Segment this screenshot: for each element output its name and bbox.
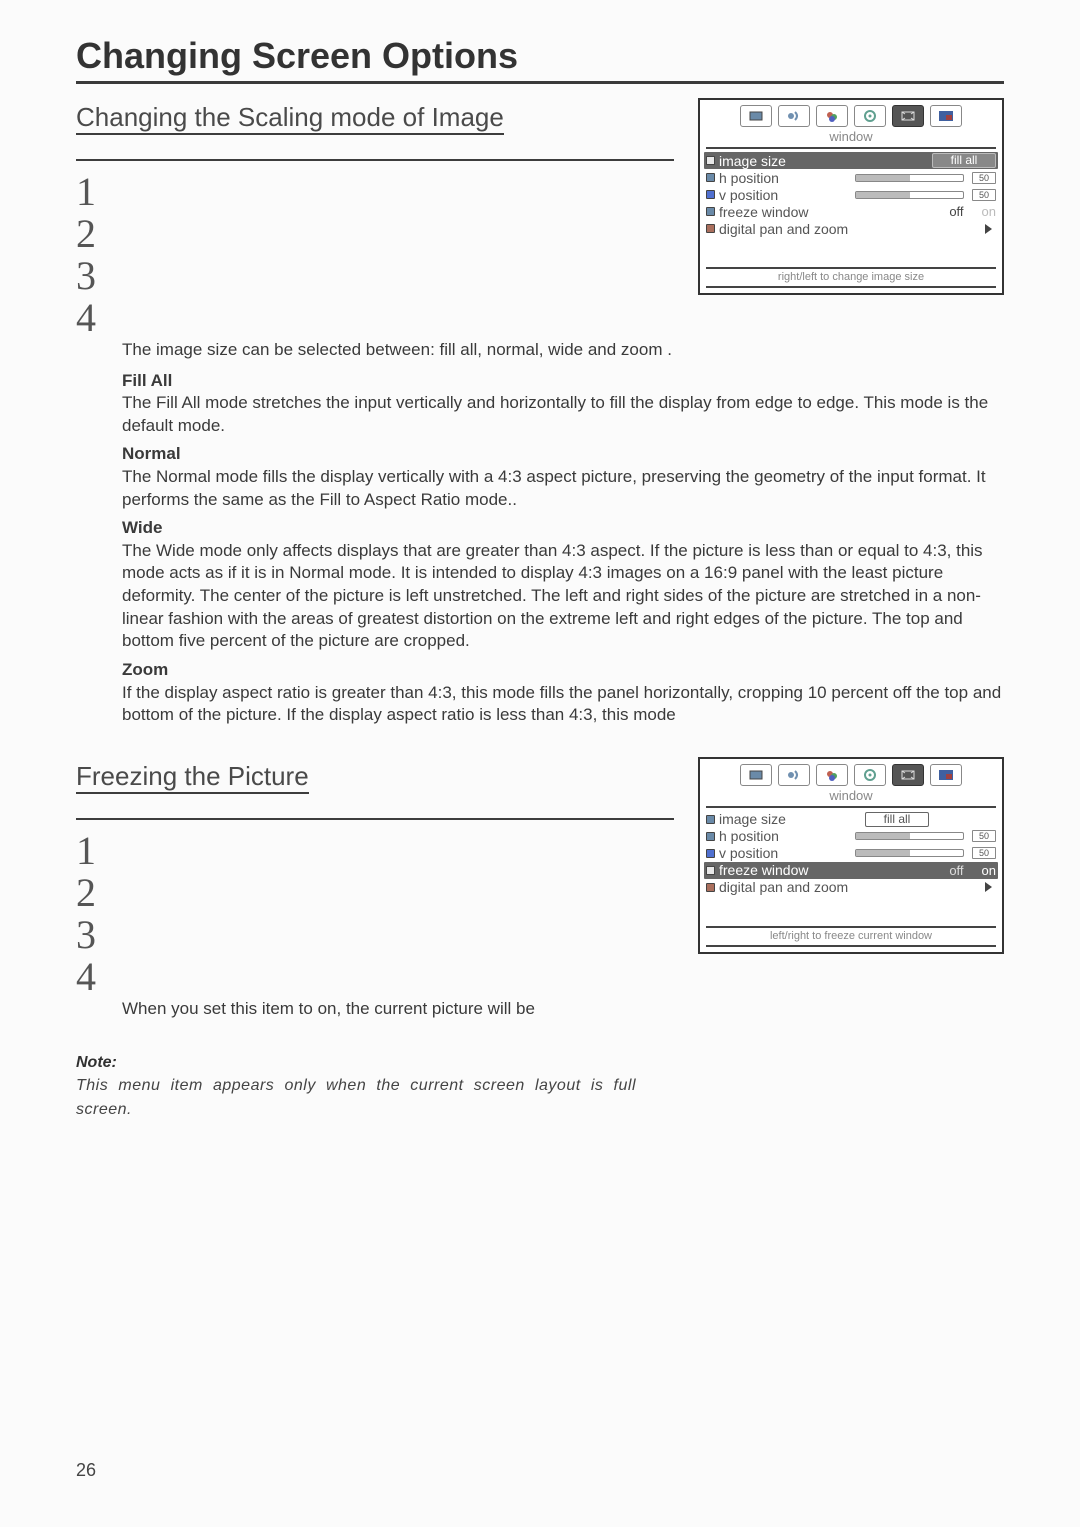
mode-wide-name: Wide [122,517,1004,540]
val-off: off [949,863,963,878]
osd-hint: left/right to freeze current window [706,926,996,947]
bullet-icon [706,190,715,199]
intro-text: The image size can be selected between: … [122,339,674,362]
osd-row-image-size[interactable]: image size fill all [706,811,996,828]
label-zoom: digital pan and zoom [719,221,899,237]
osd-tab-blank-icon [740,105,772,127]
note-text: This menu item appears only when the cur… [76,1074,636,1120]
val-off: off [949,204,963,219]
osd-menu-2: window image size fill all h position 50 [698,757,1004,954]
osd-hint: right/left to change image size [706,267,996,288]
val-on: on [982,204,996,219]
page-title: Changing Screen Options [76,35,1004,77]
osd-menu-1: window image size fill all h position 50 [698,98,1004,295]
step-2: 2 [76,213,116,255]
bullet-icon [706,156,715,165]
osd-row-image-size[interactable]: image size fill all [704,152,998,169]
label-image-size: image size [719,153,887,169]
label-freeze: freeze window [719,204,849,220]
step-4: 4 [76,297,116,339]
osd-row-h-position[interactable]: h position 50 [706,828,996,845]
label-h-position: h position [719,170,849,186]
mode-fillall-name: Fill All [122,370,1004,393]
slider-v-position[interactable] [855,849,964,857]
osd-tab-color-icon [816,105,848,127]
mode-fillall-body: The Fill All mode stretches the input ve… [122,392,1004,437]
divider [76,159,674,161]
osd-tab-pip-icon [930,105,962,127]
bullet-icon [706,207,715,216]
osd-row-v-position[interactable]: v position 50 [706,186,996,203]
bullet-icon [706,173,715,182]
slider-h-position[interactable] [855,174,964,182]
mode-normal-body: The Normal mode fills the display vertic… [122,466,1004,511]
label-zoom: digital pan and zoom [719,879,899,895]
osd-tab-color-icon [816,764,848,786]
step-1: 1 [76,171,116,213]
osd-row-v-position[interactable]: v position 50 [706,845,996,862]
step-2: 2 [76,872,116,914]
osd-tab-window-icon [892,764,924,786]
arrow-right-icon [985,882,992,892]
osd-row-h-position[interactable]: h position 50 [706,169,996,186]
mode-wide-body: The Wide mode only affects displays that… [122,540,1004,653]
mode-normal-name: Normal [122,443,1004,466]
section2-title: Freezing the Picture [76,761,309,794]
slider-v-position[interactable] [855,191,964,199]
label-v-position: v position [719,187,849,203]
divider [76,818,674,820]
note-label: Note: [76,1054,636,1072]
label-freeze: freeze window [719,862,887,878]
osd-tab-blank-icon [740,764,772,786]
step-4: 4 [76,956,116,998]
osd-row-freeze[interactable]: freeze window off on [706,203,996,220]
osd-tab-pip-icon [930,764,962,786]
osd-tab-audio-icon [778,105,810,127]
bullet-icon [706,832,715,841]
osd-row-freeze[interactable]: freeze window off on [704,862,998,879]
bullet-icon [706,815,715,824]
bullet-icon [706,849,715,858]
osd-row-zoom[interactable]: digital pan and zoom [706,879,996,896]
osd-tab-title: window [706,788,996,808]
osd-tab-setup-icon [854,764,886,786]
step-1: 1 [76,830,116,872]
mode-zoom-body: If the display aspect ratio is greater t… [122,682,1004,727]
val-image-size: fill all [865,812,929,827]
bullet-icon [706,866,715,875]
osd-row-zoom[interactable]: digital pan and zoom [706,220,996,237]
label-v-position: v position [719,845,849,861]
val-v-position: 50 [972,847,996,859]
osd-tab-audio-icon [778,764,810,786]
label-image-size: image size [719,811,849,827]
bullet-icon [706,224,715,233]
section1-title: Changing the Scaling mode of Image [76,102,504,135]
page-number: 26 [76,1460,96,1481]
slider-h-position[interactable] [855,832,964,840]
val-h-position: 50 [972,172,996,184]
val-v-position: 50 [972,189,996,201]
val-image-size: fill all [932,153,996,168]
osd-tab-title: window [706,129,996,149]
arrow-right-icon [985,224,992,234]
osd-tab-setup-icon [854,105,886,127]
freeze-body: When you set this item to on, the curren… [122,998,674,1021]
mode-zoom-name: Zoom [122,659,1004,682]
step-3: 3 [76,255,116,297]
label-h-position: h position [719,828,849,844]
bullet-icon [706,883,715,892]
val-h-position: 50 [972,830,996,842]
step-3: 3 [76,914,116,956]
osd-tab-window-icon [892,105,924,127]
val-on: on [982,863,996,878]
